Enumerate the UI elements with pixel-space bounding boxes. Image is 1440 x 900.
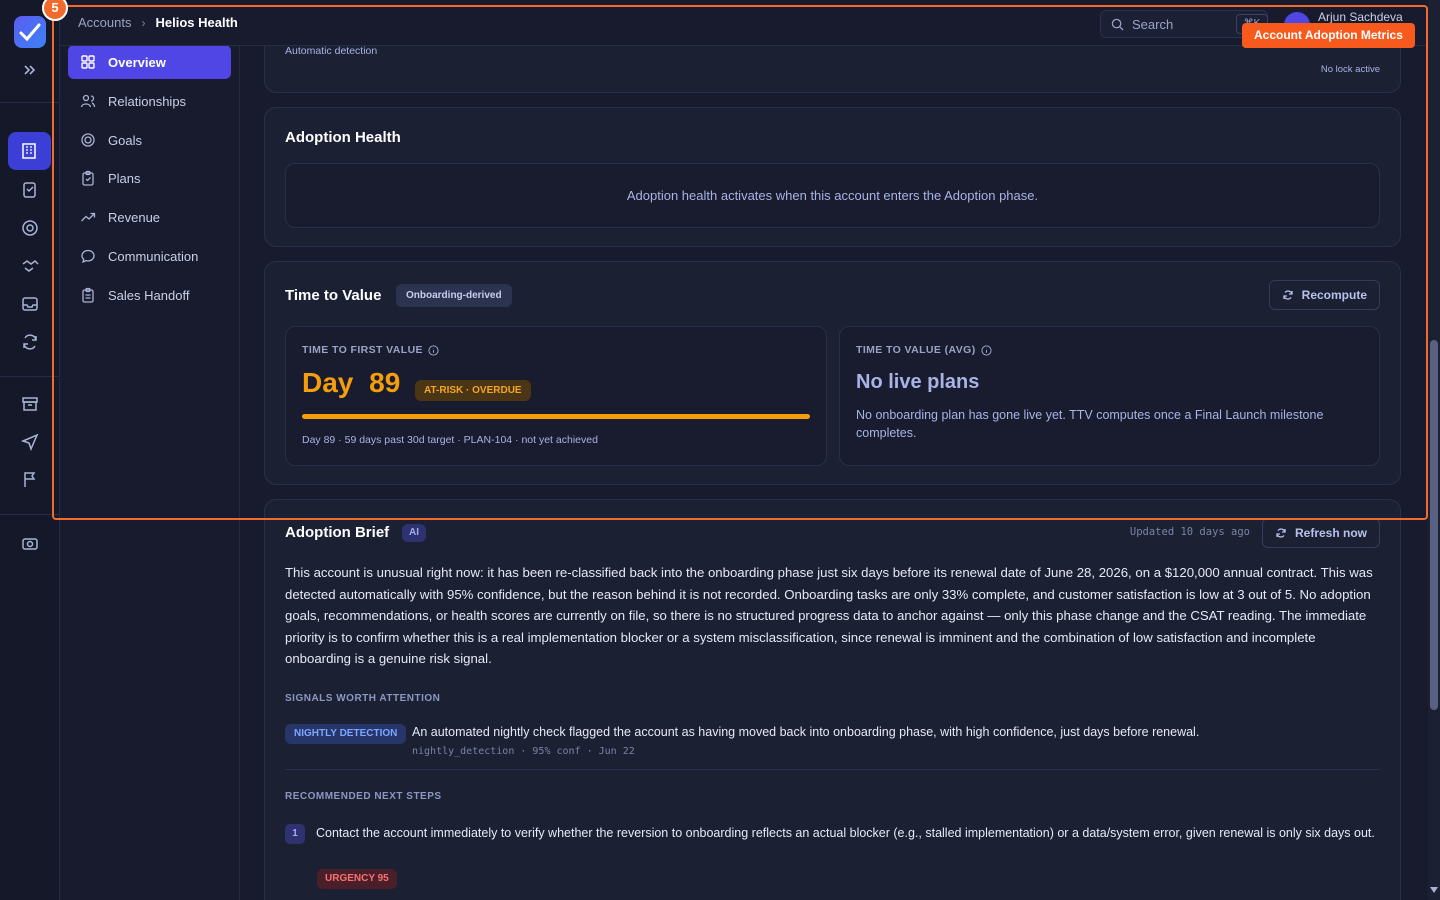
recompute-label: Recompute <box>1301 288 1367 302</box>
ttv-avg-detail: No onboarding plan has gone live yet. TT… <box>856 408 1324 440</box>
nav-item-sales-handoff[interactable]: Sales Handoff <box>68 278 231 312</box>
adoption-health-empty-state: Adoption health activates when this acco… <box>285 163 1380 228</box>
search-icon <box>1111 18 1124 31</box>
top-bar: Accounts › Helios Health Search ⌘K Arjun… <box>60 0 1428 46</box>
nav-label: Revenue <box>108 209 161 225</box>
breadcrumb-accounts[interactable]: Accounts <box>78 15 131 30</box>
camera-icon[interactable] <box>20 533 40 553</box>
document-check-icon[interactable] <box>20 180 40 200</box>
nav-item-communication[interactable]: Communication <box>68 239 231 273</box>
ttfv-day-number: 89 <box>369 367 401 398</box>
logo-icon[interactable] <box>14 16 46 48</box>
ttv-title: Time to Value <box>285 287 382 304</box>
nav-label: Sales Handoff <box>108 287 190 303</box>
chat-bubble-icon <box>81 249 95 264</box>
ttfv-progress-fill <box>302 414 810 419</box>
ttfv-label: TIME TO FIRST VALUE <box>302 344 423 356</box>
send-icon[interactable] <box>20 432 40 452</box>
refresh-now-button[interactable]: Refresh now <box>1261 518 1380 548</box>
nav-label: Relationships <box>108 93 187 109</box>
expand-icon[interactable] <box>22 62 38 78</box>
adoption-health-title: Adoption Health <box>285 129 401 146</box>
signal-meta: nightly_detection · 95% conf · Jun 22 <box>412 746 635 757</box>
nav-item-revenue[interactable]: Revenue <box>68 200 231 234</box>
next-steps-heading: RECOMMENDED NEXT STEPS <box>285 791 442 802</box>
ttfv-day-word: Day <box>302 367 354 398</box>
nav-item-plans[interactable]: Plans <box>68 161 231 195</box>
nav-item-overview[interactable]: Overview <box>68 45 231 79</box>
refresh-icon[interactable] <box>20 332 40 352</box>
section-divider <box>285 769 1380 770</box>
info-icon[interactable] <box>428 344 439 356</box>
rail-divider <box>0 514 60 515</box>
nav-label: Communication <box>108 248 199 264</box>
search-placeholder: Search <box>1132 16 1174 32</box>
scrollbar-thumb[interactable] <box>1430 340 1438 710</box>
icon-rail <box>0 0 60 900</box>
inbox-icon[interactable] <box>20 294 40 314</box>
detection-label: Automatic detection <box>285 45 378 57</box>
refresh-icon <box>1283 290 1293 300</box>
clipboard-icon <box>82 170 94 186</box>
nav-item-goals[interactable]: Goals <box>68 123 231 157</box>
refresh-icon <box>1276 528 1286 538</box>
trend-up-icon <box>81 212 96 222</box>
signal-tag: NIGHTLY DETECTION <box>285 724 407 744</box>
recompute-button[interactable]: Recompute <box>1268 280 1380 310</box>
breadcrumb: Accounts › Helios Health <box>78 15 238 30</box>
grid-icon <box>81 55 95 69</box>
ttfv-status-badge: AT-RISK · OVERDUE <box>415 380 531 401</box>
signals-heading: SIGNALS WORTH ATTENTION <box>285 693 441 704</box>
building-icon[interactable] <box>8 132 51 170</box>
handshake-icon[interactable] <box>20 256 40 276</box>
time-to-first-value-panel: TIME TO FIRST VALUE Day 89 AT-RISK · OVE… <box>285 326 827 466</box>
step-number: 1 <box>285 824 305 844</box>
ttv-tag: Onboarding-derived <box>396 284 512 307</box>
ttv-avg-headline: No live plans <box>856 371 980 393</box>
brief-body: This account is unusual right now: it ha… <box>285 565 1373 666</box>
ttfv-progress-track <box>302 414 810 419</box>
step-text: Contact the account immediately to verif… <box>316 826 1375 840</box>
ttfv-detail: Day 89 · 59 days past 30d target · PLAN-… <box>302 434 598 446</box>
scrollbar[interactable] <box>1428 0 1440 900</box>
flag-icon[interactable] <box>20 470 40 490</box>
adoption-brief-card: Adoption Brief AI Updated 10 days ago Re… <box>264 499 1401 900</box>
archive-icon[interactable] <box>20 394 40 414</box>
highlight-label: Account Adoption Metrics <box>1242 23 1415 48</box>
chevron-right-icon: › <box>141 15 146 30</box>
clipboard-list-icon <box>82 287 94 303</box>
time-to-value-avg-panel: TIME TO VALUE (AVG) No live plans No onb… <box>839 326 1380 466</box>
users-icon <box>80 94 96 108</box>
nav-label: Overview <box>108 54 166 70</box>
nav-label: Plans <box>108 170 141 186</box>
ai-tag: AI <box>402 524 426 542</box>
scroll-down-icon[interactable] <box>1430 886 1438 894</box>
signal-text: An automated nightly check flagged the a… <box>412 725 1200 739</box>
adoption-health-card: Adoption Health Adoption health activate… <box>264 107 1401 247</box>
refresh-now-label: Refresh now <box>1294 526 1367 540</box>
sub-navigation: Overview Relationships Goals Plans Reven… <box>60 0 240 900</box>
lock-status: No lock active <box>1320 64 1380 75</box>
breadcrumb-current: Helios Health <box>155 15 238 30</box>
user-name[interactable]: Arjun Sachdeva <box>1318 10 1403 24</box>
rail-divider <box>0 376 60 377</box>
urgency-badge: URGENCY 95 <box>317 869 397 889</box>
target-icon[interactable] <box>20 218 40 238</box>
info-icon[interactable] <box>981 344 992 356</box>
brief-title: Adoption Brief <box>285 524 390 541</box>
adoption-health-message: Adoption health activates when this acco… <box>626 188 1039 203</box>
target-icon <box>81 133 95 147</box>
time-to-value-card: Time to Value Onboarding-derived Recompu… <box>264 261 1401 485</box>
ttv-avg-label: TIME TO VALUE (AVG) <box>856 344 976 356</box>
nav-label: Goals <box>108 132 142 148</box>
rail-divider <box>0 102 60 103</box>
brief-updated: Updated 10 days ago <box>1129 526 1250 538</box>
nav-item-relationships[interactable]: Relationships <box>68 84 231 118</box>
